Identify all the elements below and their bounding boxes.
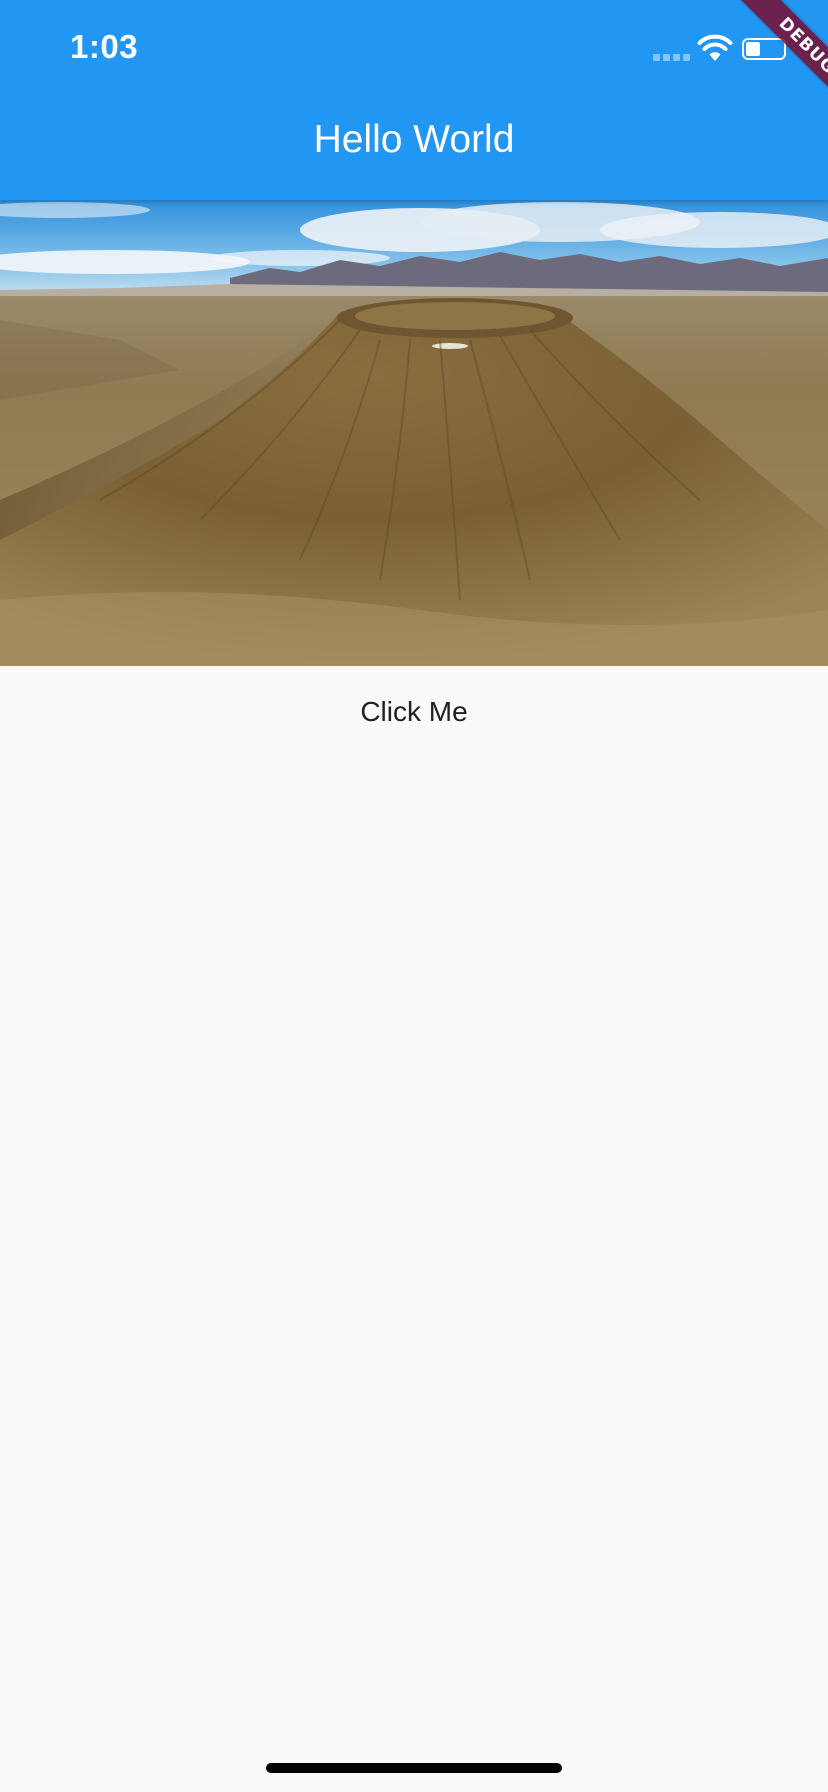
app-bar-title: Hello World	[313, 118, 515, 161]
home-indicator[interactable]	[266, 1763, 562, 1773]
wifi-icon	[697, 34, 733, 61]
cellular-signal-icon	[653, 54, 690, 61]
battery-icon	[742, 38, 786, 60]
status-time: 1:03	[70, 28, 139, 65]
hero-image	[0, 200, 828, 666]
app-bar: 1:03 Hello World	[0, 0, 828, 200]
app-screen: 1:03 Hello World DEBUG Click Me	[0, 0, 828, 1792]
battery-level	[746, 42, 760, 56]
click-me-button[interactable]: Click Me	[314, 676, 514, 748]
